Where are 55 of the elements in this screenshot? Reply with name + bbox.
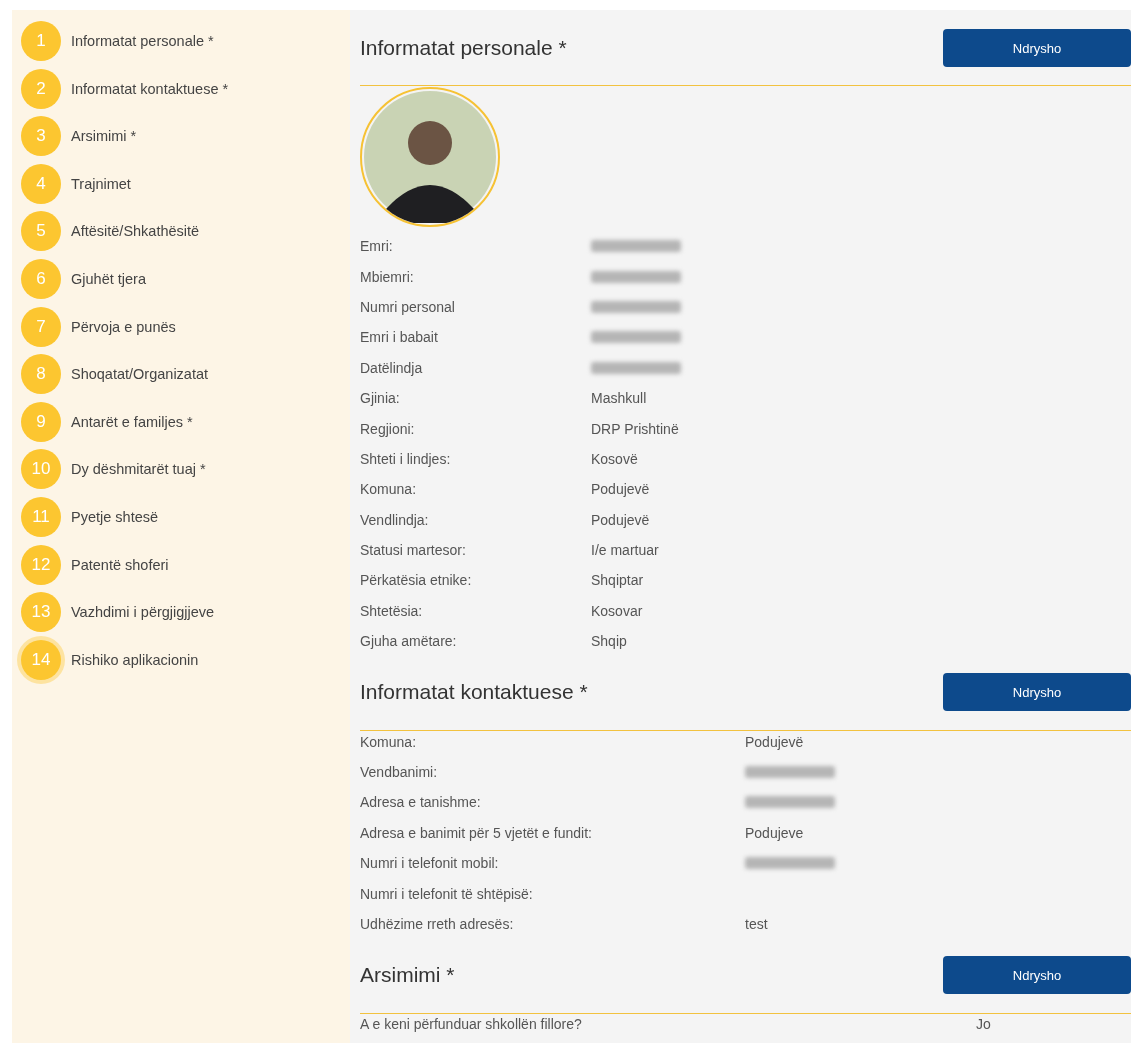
field-value: I/e martuar — [591, 542, 659, 559]
field-label: Regjioni: — [360, 420, 416, 437]
field-value: Shqip — [591, 633, 627, 650]
field-label: Statusi martesor: — [360, 542, 467, 559]
step-link[interactable]: Informatat kontaktuese * — [71, 80, 229, 97]
field-label: Komuna: — [360, 733, 418, 750]
field-label: Adresa e banimit për 5 vjetët e fundit: — [360, 824, 593, 841]
field-label: Shtetësia: — [360, 602, 424, 619]
field-label: Adresa e tanishme: — [360, 794, 482, 811]
field-value: Shqiptar — [591, 572, 644, 589]
field-label: Emri: — [360, 238, 394, 255]
field-value: Mashkull — [591, 390, 647, 407]
field-label: Udhëzime rreth adresës: — [360, 916, 515, 932]
step-link[interactable]: Antarët e familjes * — [71, 413, 193, 430]
field-value: Podujeve — [745, 824, 804, 841]
step-link[interactable]: Vazhdimi i përgjigjjeve — [71, 604, 215, 621]
field-label: Vendbanimi: — [360, 764, 439, 781]
edit-button[interactable]: Ndrysho — [943, 673, 1131, 712]
step-link[interactable]: Gjuhët tjera — [71, 270, 146, 287]
section-title: Arsimimi * — [360, 963, 455, 988]
step-link[interactable]: Shoqatat/Organizatat — [71, 366, 209, 383]
field-value: Kosovar — [591, 602, 643, 619]
edit-button[interactable]: Ndrysho — [943, 956, 1131, 995]
section-title: Informatat kontaktuese * — [360, 680, 588, 705]
section-title: Informatat personale * — [360, 36, 567, 60]
field-label: Përkatësia etnike: — [360, 572, 473, 589]
field-label: Gjuha amëtare: — [360, 633, 458, 650]
field-value: Podujevë — [591, 511, 650, 528]
field-value: DRP Prishtinë — [591, 420, 679, 437]
field-label: Numri personal — [360, 298, 456, 315]
edit-button[interactable]: Ndrysho — [943, 29, 1131, 67]
field-label: A e keni përfunduar shkollën fillore? — [360, 1016, 583, 1033]
field-label: Emri i babait — [360, 329, 439, 346]
field-label: Gjinia: — [360, 390, 401, 407]
step-link[interactable]: Patentë shoferi — [71, 556, 169, 573]
step-link[interactable]: Informatat personale * — [71, 33, 214, 49]
step-link[interactable]: Pyetje shtesë — [71, 508, 159, 525]
field-value: test — [745, 916, 768, 932]
field-value: Kosovë — [591, 450, 638, 467]
field-label: Vendlindja: — [360, 511, 430, 528]
field-label: Mbiemri: — [360, 268, 415, 285]
step-link[interactable]: Aftësitë/Shkathësitë — [71, 223, 200, 240]
field-value: Podujevë — [591, 481, 650, 498]
field-label: Komuna: — [360, 481, 418, 498]
step-link[interactable]: Dy dëshmitarët tuaj * — [71, 461, 206, 478]
field-label: Numri i telefonit të shtëpisë: — [360, 885, 534, 902]
field-value: Podujevë — [745, 733, 804, 750]
field-value: Jo — [976, 1016, 991, 1033]
step-link[interactable]: Trajnimet — [71, 175, 131, 192]
field-label: Datëlindja — [360, 359, 424, 376]
step-link[interactable]: Rishiko aplikacionin — [71, 651, 199, 668]
step-link[interactable]: Arsimimi * — [71, 128, 137, 145]
field-label: Numri i telefonit mobil: — [360, 855, 500, 872]
step-link[interactable]: Përvoja e punës — [71, 318, 176, 335]
field-label: Shteti i lindjes: — [360, 450, 452, 467]
